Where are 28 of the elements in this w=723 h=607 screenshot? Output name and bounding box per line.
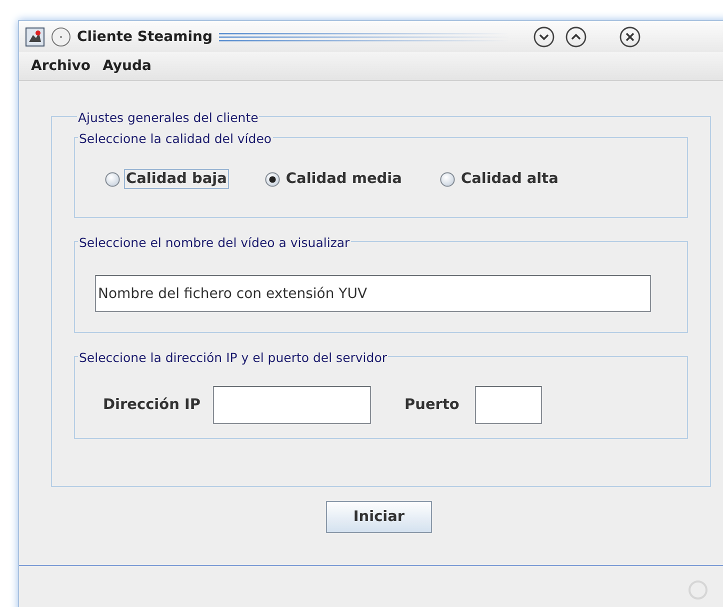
radio-button[interactable] <box>105 172 120 186</box>
group-title: Seleccione la calidad del vídeo <box>79 131 272 146</box>
menu-item[interactable]: Archivo <box>31 58 91 74</box>
start-button[interactable]: Iniciar <box>326 501 432 533</box>
window-title: Cliente Steaming <box>77 28 212 44</box>
maximize-icon[interactable] <box>564 26 586 48</box>
file-name-field[interactable]: Nombre del fichero con extensión YUV <box>95 275 651 312</box>
radio-label: Calidad media <box>284 170 403 189</box>
field-label: Dirección IP <box>103 397 201 413</box>
port-field[interactable] <box>475 386 542 424</box>
radio-option[interactable]: Calidad alta <box>440 169 560 189</box>
minimize-icon[interactable] <box>532 26 554 48</box>
radio-label: Calidad alta <box>460 170 560 189</box>
radio-option[interactable]: Calidad baja <box>105 169 229 189</box>
window-menu-icon[interactable] <box>51 26 71 46</box>
app-icon[interactable] <box>25 26 45 46</box>
group-title: Seleccione el nombre del vídeo a visualizar <box>79 235 350 250</box>
group-title: Seleccione la dirección IP y el puerto del servidor <box>79 350 387 365</box>
busy-indicator-icon <box>688 580 708 600</box>
radio-button[interactable] <box>264 172 280 186</box>
radio-option[interactable]: Calidad media <box>264 169 404 189</box>
ip-field[interactable] <box>212 386 371 424</box>
group-title: Ajustes generales del cliente <box>78 110 258 125</box>
menu-item[interactable]: Ayuda <box>102 58 152 74</box>
radio-button[interactable] <box>440 172 455 186</box>
close-icon[interactable] <box>618 26 640 48</box>
radio-label: Calidad baja <box>124 169 229 189</box>
field-label: Puerto <box>404 397 460 413</box>
